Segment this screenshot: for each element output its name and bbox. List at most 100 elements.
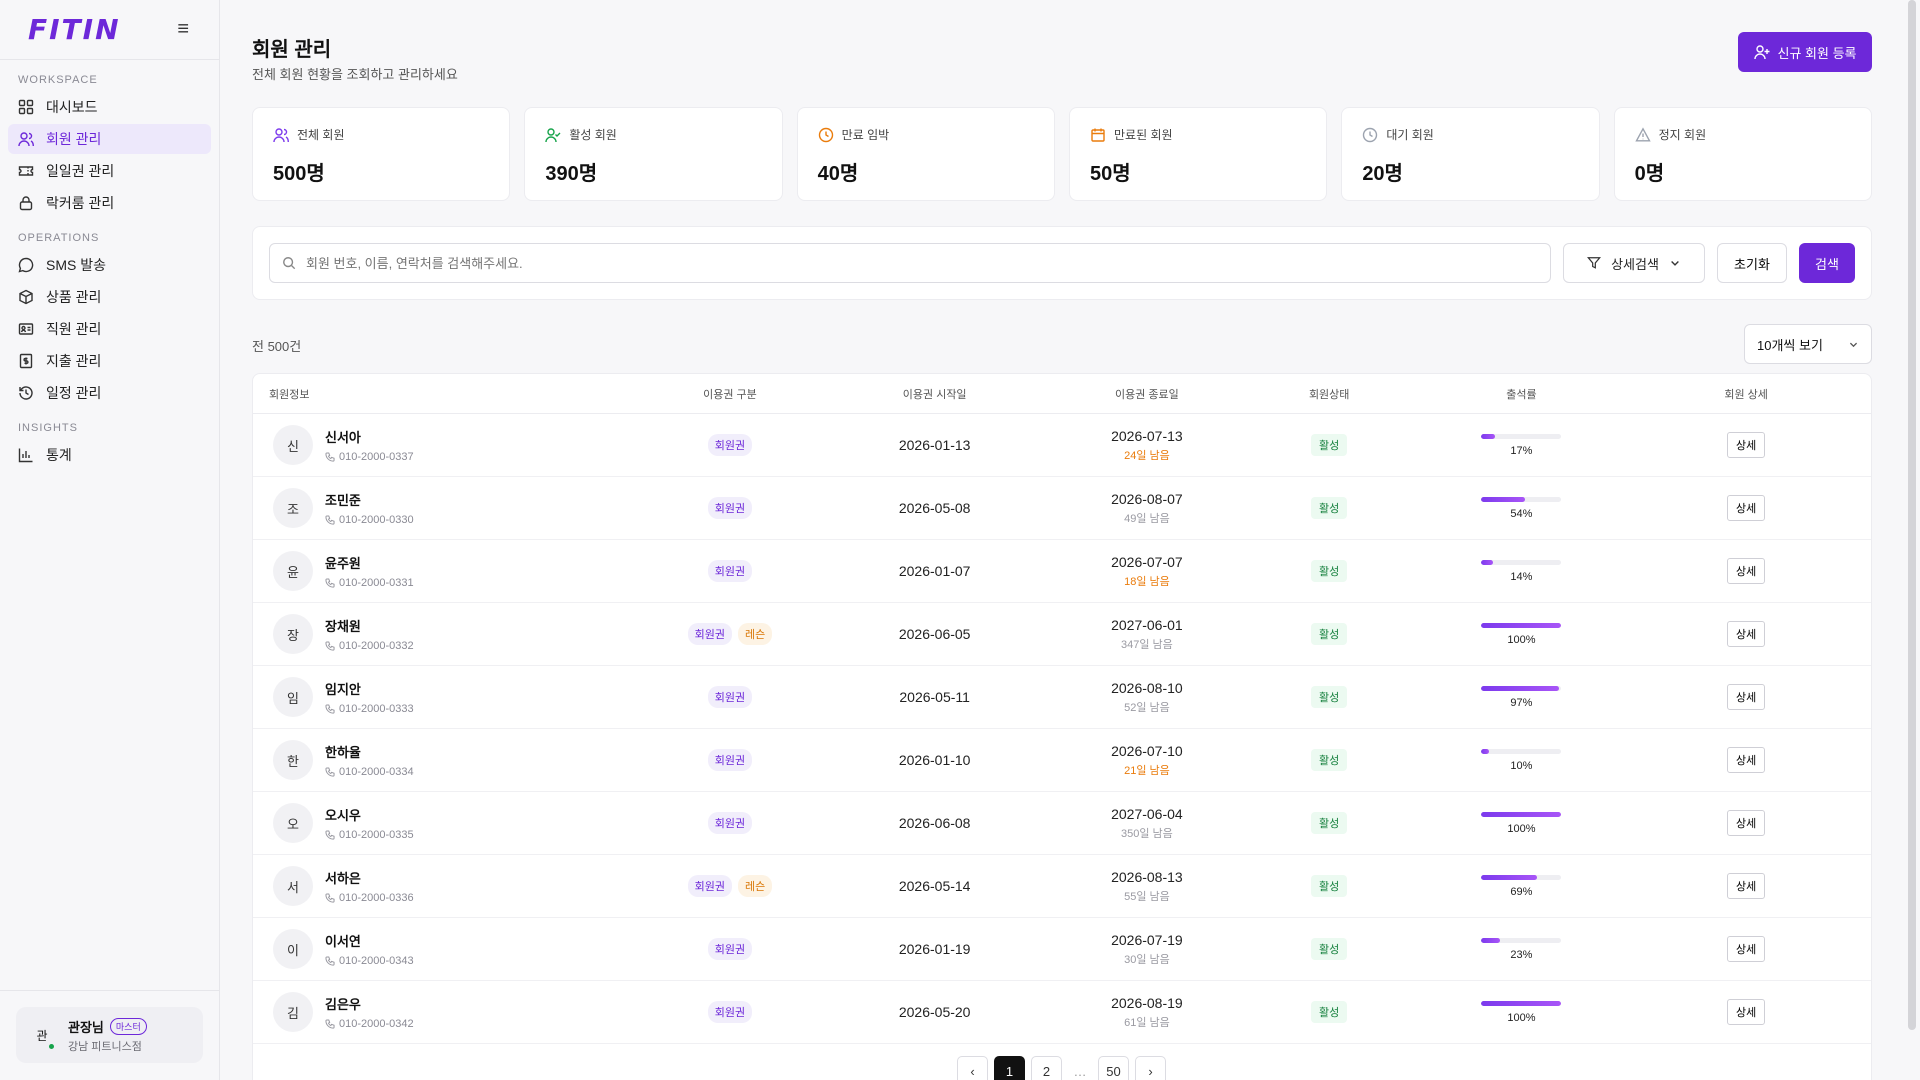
member-info-cell: 한 한하율 010-2000-0334 [253,740,648,780]
sidebar-item-sms[interactable]: SMS 발송 [8,250,211,280]
pass-type-tag: 레슨 [737,875,773,897]
attendance-bar [1481,685,1562,691]
table-row[interactable]: 한 한하율 010-2000-0334 회원권 2026-01-10 2026-… [253,729,1871,792]
search-box[interactable] [269,243,1551,283]
detail-cell: 상세 [1621,684,1871,710]
stat-card-waiting[interactable]: 대기 회원 20명 [1341,107,1600,201]
page-button[interactable]: 1 [994,1056,1025,1080]
grid-icon [18,99,34,115]
sidebar-item-products[interactable]: 상품 관리 [8,282,211,312]
sidebar-item-label: 일일권 관리 [46,163,115,179]
sidebar-item-label: 회원 관리 [46,131,102,147]
next-page-button[interactable]: › [1135,1056,1166,1080]
table-row[interactable]: 임 임지안 010-2000-0333 회원권 2026-05-11 2026-… [253,666,1871,729]
table-row[interactable]: 신 신서아 010-2000-0337 회원권 2026-01-13 2026-… [253,414,1871,477]
stat-label: 대기 회원 [1386,128,1434,142]
detail-button[interactable]: 상세 [1727,621,1766,647]
column-header: 이용권 구분 [703,388,757,401]
table-row[interactable]: 이 이서연 010-2000-0343 회원권 2026-01-19 2026-… [253,918,1871,981]
days-remaining: 18일 남음 [1124,575,1170,588]
end-date-cell: 2026-08-10 52일 남음 [1057,680,1237,715]
sidebar-item-dashboard[interactable]: 대시보드 [8,92,211,122]
attendance-bar [1481,1000,1562,1006]
detail-button[interactable]: 상세 [1727,810,1766,836]
receipt-icon [18,353,34,369]
message-icon [18,257,34,273]
table-row[interactable]: 조 조민준 010-2000-0330 회원권 2026-05-08 2026-… [253,477,1871,540]
member-name[interactable]: 서하은 [325,868,414,887]
search-button[interactable]: 검색 [1799,243,1855,283]
table-row[interactable]: 오 오시우 010-2000-0335 회원권 2026-06-08 2027-… [253,792,1871,855]
app-logo[interactable]: FITIN [28,13,121,46]
detail-button[interactable]: 상세 [1727,999,1766,1025]
page-button[interactable]: 50 [1098,1056,1129,1080]
detail-cell: 상세 [1621,873,1871,899]
per-page-select[interactable]: 10개씩 보기 [1744,324,1872,364]
search-panel: 상세검색 초기화 검색 [252,226,1872,300]
avatar: 오 [273,803,313,843]
member-name[interactable]: 장채원 [325,616,414,635]
user-profile-card[interactable]: 관 관장님 마스터 강남 피트니스점 [16,1007,203,1063]
member-info-cell: 서 서하은 010-2000-0336 [253,866,648,906]
page-button[interactable]: 2 [1031,1056,1062,1080]
search-input[interactable] [306,255,1538,271]
stat-card-total[interactable]: 전체 회원 500명 [252,107,511,201]
new-member-button[interactable]: 신규 회원 등록 [1738,32,1872,72]
prev-page-button[interactable]: ‹ [957,1056,988,1080]
sidebar-item-stats[interactable]: 통계 [8,440,211,470]
detail-button[interactable]: 상세 [1727,747,1766,773]
attendance-cell: 10% [1422,748,1622,772]
member-name[interactable]: 한하율 [325,742,414,761]
advanced-search-button[interactable]: 상세검색 [1563,243,1705,283]
end-date: 2026-08-19 [1111,994,1183,1011]
stat-card-active[interactable]: 활성 회원 390명 [524,107,783,201]
clock-icon [818,127,833,142]
member-name[interactable]: 오시우 [325,805,414,824]
attendance-cell: 100% [1422,1000,1622,1024]
sidebar-item-schedule[interactable]: 일정 관리 [8,378,211,408]
scrollbar[interactable] [1908,0,1916,1030]
stat-card-suspended[interactable]: 정지 회원 0명 [1613,107,1872,201]
member-phone: 010-2000-0332 [325,640,414,652]
attendance-percent: 100% [1507,633,1536,646]
table-row[interactable]: 서 서하은 010-2000-0336 회원권 레슨 2026-05-14 202… [253,855,1871,918]
hamburger-menu-icon[interactable]: ≡ [177,18,189,41]
reset-button[interactable]: 초기화 [1717,243,1787,283]
table-row[interactable]: 윤 윤주원 010-2000-0331 회원권 2026-01-07 2026-… [253,540,1871,603]
detail-cell: 상세 [1621,621,1871,647]
member-name[interactable]: 조민준 [325,490,414,509]
detail-button[interactable]: 상세 [1727,558,1766,584]
sidebar-item-expenses[interactable]: 지출 관리 [8,346,211,376]
sidebar-item-members[interactable]: 회원 관리 [8,124,211,154]
sidebar-item-daypass[interactable]: 일일권 관리 [8,156,211,186]
end-date: 2027-06-01 [1111,616,1183,633]
member-name[interactable]: 윤주원 [325,553,414,572]
detail-button[interactable]: 상세 [1727,936,1766,962]
member-name[interactable]: 이서연 [325,931,414,950]
phone-icon [325,515,335,525]
detail-button[interactable]: 상세 [1727,873,1766,899]
detail-button[interactable]: 상세 [1727,495,1766,521]
detail-button[interactable]: 상세 [1727,432,1766,458]
attendance-bar-fill [1481,811,1562,817]
sidebar-item-locker[interactable]: 락커룸 관리 [8,188,211,218]
end-date-cell: 2026-07-13 24일 남음 [1057,428,1237,463]
start-date-cell: 2026-05-14 [812,878,1057,894]
member-name[interactable]: 김은우 [325,994,414,1013]
sidebar-item-staff[interactable]: 직원 관리 [8,314,211,344]
pass-type-cell: 회원권 [648,812,813,834]
member-name[interactable]: 신서아 [325,427,414,446]
avatar: 조 [273,488,313,528]
member-name[interactable]: 임지안 [325,679,414,698]
avatar: 서 [273,866,313,906]
end-date: 2026-08-10 [1111,679,1183,696]
table-row[interactable]: 장 장채원 010-2000-0332 회원권 레슨 2026-06-05 202… [253,603,1871,666]
users-icon [273,127,289,142]
pass-type-cell: 회원권 [648,1001,813,1023]
stat-card-expired[interactable]: 만료된 회원 50명 [1068,107,1328,201]
stat-card-expiring[interactable]: 만료 임박 40명 [796,107,1055,201]
table-row[interactable]: 김 김은우 010-2000-0342 회원권 2026-05-20 2026-… [253,981,1871,1044]
detail-button[interactable]: 상세 [1727,684,1766,710]
pass-type-cell: 회원권 [648,434,813,456]
start-date: 2026-06-05 [898,626,971,642]
